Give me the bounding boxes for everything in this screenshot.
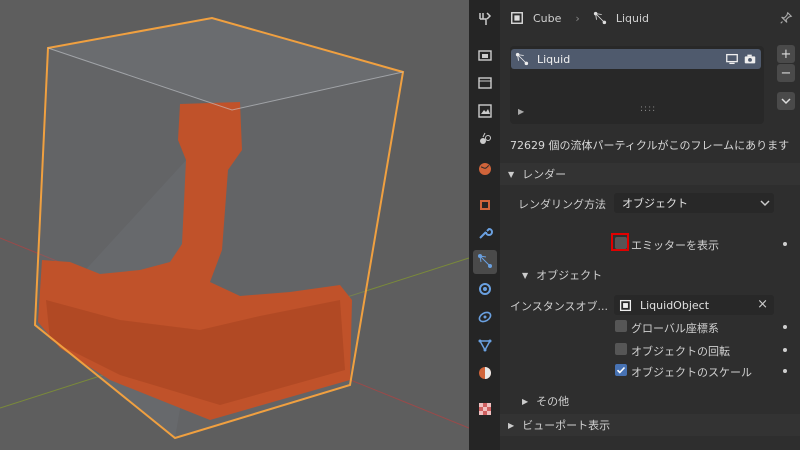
add-button[interactable]: + <box>777 45 795 63</box>
constraints-icon <box>477 309 493 328</box>
render-tab[interactable] <box>473 44 497 68</box>
object-data-tab[interactable] <box>473 334 497 358</box>
animate-dot-icon[interactable] <box>783 369 787 373</box>
chevron-down-icon <box>760 198 770 211</box>
particle-system-list[interactable]: Liquid ▶ :::: <box>510 46 764 124</box>
expand-triangle-icon[interactable]: ▶ <box>518 107 524 116</box>
list-item[interactable]: Liquid <box>511 49 761 69</box>
physics-tab[interactable] <box>473 278 497 302</box>
other-subsection-title: その他 <box>536 395 570 408</box>
render-icon <box>477 47 493 66</box>
remove-button[interactable]: − <box>777 64 795 82</box>
render-as-dropdown[interactable]: オブジェクト <box>614 193 774 213</box>
view-layer-icon <box>477 103 493 122</box>
object-subsection-header[interactable]: ▼ オブジェクト <box>500 264 800 286</box>
list-item-label: Liquid <box>537 52 571 66</box>
object-rotation-checkbox[interactable] <box>615 343 627 355</box>
object-data-icon <box>477 337 493 356</box>
render-section-title: レンダー <box>522 168 567 181</box>
resize-grip-icon[interactable]: :::: <box>640 104 656 114</box>
constraints-tab[interactable] <box>473 306 497 330</box>
particle-count-info: 72629 個の流体パーティクルがこのフレームにあります <box>510 139 790 152</box>
material-icon <box>477 365 493 384</box>
object-scale-checkbox[interactable] <box>615 364 627 376</box>
checkmark-icon <box>616 366 626 374</box>
chevron-down-icon <box>781 98 791 105</box>
breadcrumb-modifier[interactable]: Liquid <box>616 12 649 25</box>
instance-object-label: インスタンスオブ... <box>510 300 609 313</box>
render-as-value: オブジェクト <box>622 197 688 210</box>
properties-header: Cube › Liquid <box>500 0 800 36</box>
tool-tab[interactable] <box>473 8 497 32</box>
output-icon <box>477 75 493 94</box>
world-icon <box>477 161 493 180</box>
show-emitter-checkbox[interactable] <box>615 237 627 249</box>
object-subsection-title: オブジェクト <box>536 269 603 282</box>
texture-icon <box>477 401 493 420</box>
show-emitter-label: エミッターを表示 <box>631 239 719 252</box>
particles-icon <box>477 253 493 272</box>
material-tab[interactable] <box>473 362 497 386</box>
chevron-down-icon: ▼ <box>522 270 529 280</box>
breadcrumb-separator-icon: › <box>575 11 580 25</box>
physics-icon <box>477 281 493 300</box>
object-tab[interactable] <box>473 194 497 218</box>
world-tab[interactable] <box>473 158 497 182</box>
particles-icon <box>515 52 529 66</box>
render-section-header[interactable]: ▼ レンダー <box>500 163 800 185</box>
output-tab[interactable] <box>473 72 497 96</box>
modifier-icon <box>477 225 493 244</box>
texture-tab[interactable] <box>473 398 497 422</box>
clear-icon[interactable]: × <box>757 297 768 312</box>
modifier-tab[interactable] <box>473 222 497 246</box>
chevron-right-icon: ▶ <box>522 396 529 406</box>
tool-icon <box>477 11 493 30</box>
global-coordinates-checkbox[interactable] <box>615 320 627 332</box>
3d-viewport[interactable] <box>0 0 469 450</box>
properties-tab-strip <box>469 0 500 450</box>
instance-object-field[interactable]: LiquidObject × <box>614 295 774 315</box>
specials-menu-button[interactable] <box>777 92 795 110</box>
scene-tab[interactable] <box>473 128 497 152</box>
viewport-display-section-header[interactable]: ▶ ビューポート表示 <box>500 414 800 436</box>
particles-tab[interactable] <box>473 250 497 274</box>
properties-panel: Cube › Liquid Liquid ▶ :::: + − 72629 個の… <box>500 0 800 450</box>
chevron-right-icon: ▶ <box>508 420 515 430</box>
animate-dot-icon[interactable] <box>783 325 787 329</box>
object-scale-label: オブジェクトのスケール <box>631 366 752 379</box>
viewport-scene <box>0 16 469 440</box>
view-layer-tab[interactable] <box>473 100 497 124</box>
breadcrumb-object[interactable]: Cube <box>533 12 561 25</box>
object-rotation-label: オブジェクトの回転 <box>631 345 730 358</box>
global-coordinates-label: グローバル座標系 <box>631 322 719 335</box>
scene-icon <box>477 131 493 150</box>
animate-dot-icon[interactable] <box>783 348 787 352</box>
object-icon <box>619 299 632 312</box>
pin-icon[interactable] <box>779 11 793 28</box>
particles-icon <box>592 10 608 26</box>
chevron-down-icon: ▼ <box>508 169 515 179</box>
animate-dot-icon[interactable] <box>783 242 787 246</box>
instance-object-value: LiquidObject <box>640 298 710 312</box>
other-subsection-header[interactable]: ▶ その他 <box>500 390 800 412</box>
render-as-label: レンダリング方法 <box>518 198 606 211</box>
render-camera-icon[interactable] <box>743 52 757 69</box>
object-icon <box>509 10 525 26</box>
viewport-display-icon[interactable] <box>725 52 739 69</box>
viewport-display-title: ビューポート表示 <box>522 419 611 432</box>
object-icon <box>477 197 493 216</box>
